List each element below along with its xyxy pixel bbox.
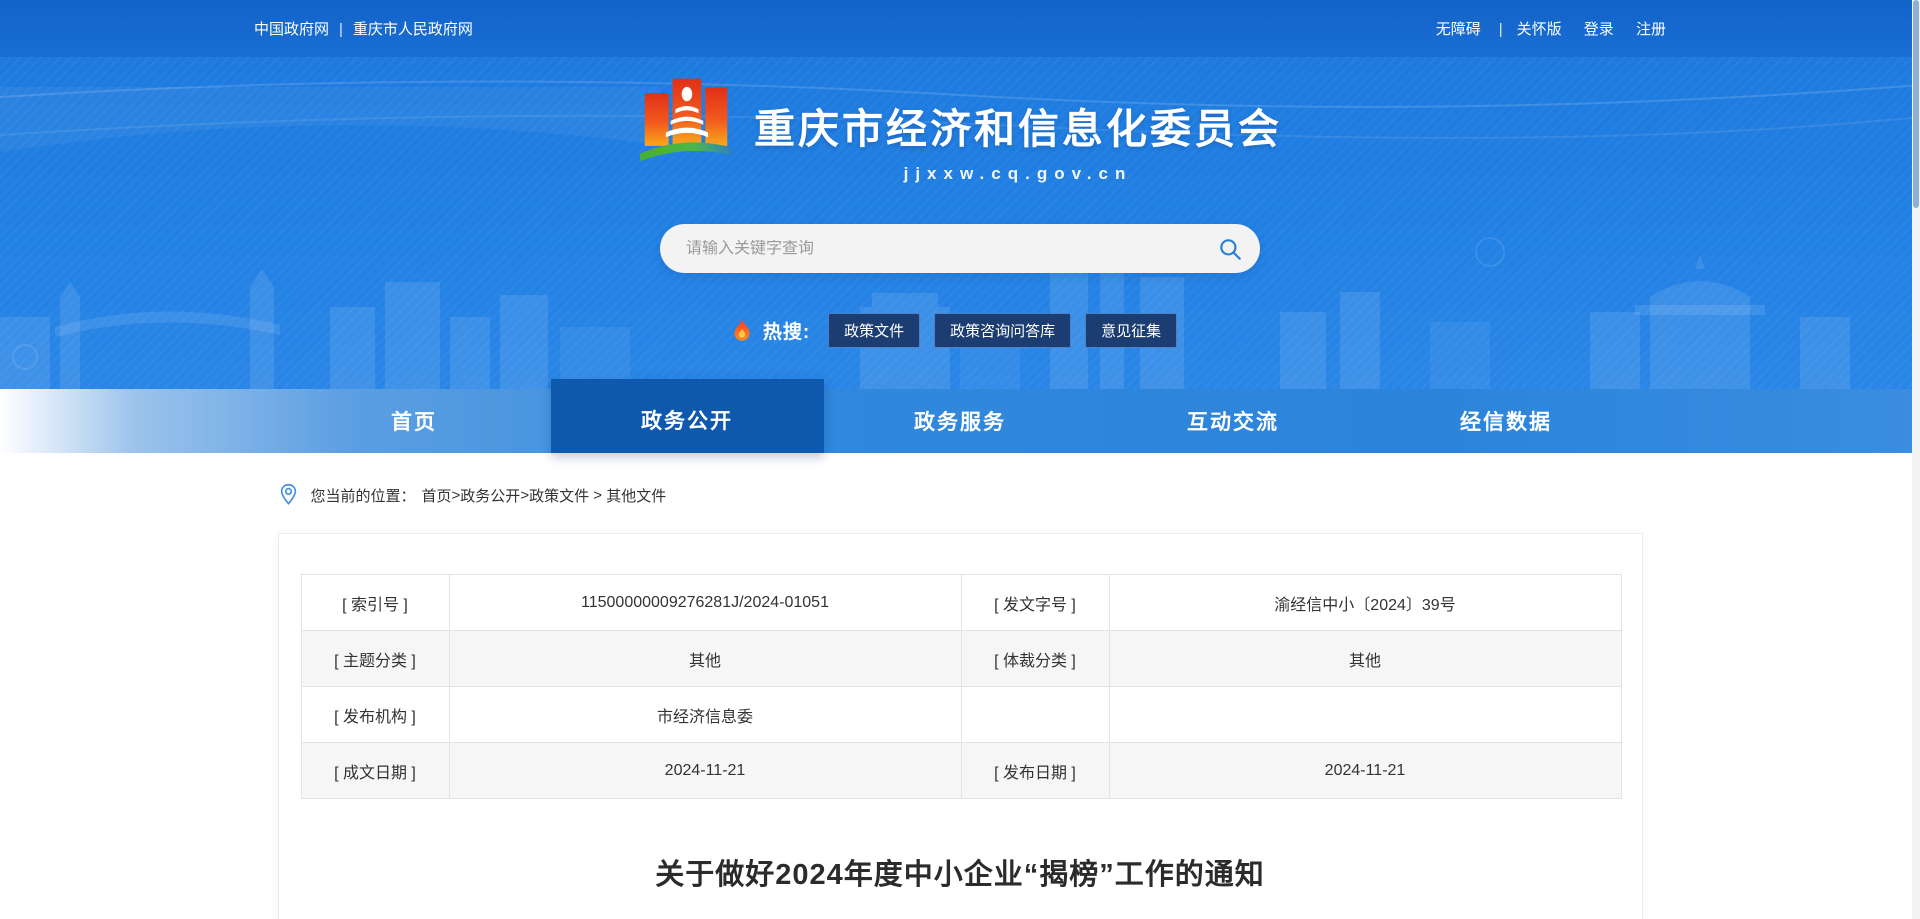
table-row: [ 成文日期 ] 2024-11-21 [ 发布日期 ] 2024-11-21: [301, 743, 1621, 799]
site-url: jjxxw.cq.gov.cn: [754, 164, 1282, 184]
location-pin-icon: [278, 483, 299, 507]
separator: |: [1499, 21, 1503, 38]
document-meta-table: [ 索引号 ] 11500000009276281J/2024-01051 [ …: [301, 574, 1622, 799]
meta-label-empty: [961, 687, 1109, 743]
document-card: [ 索引号 ] 11500000009276281J/2024-01051 [ …: [278, 533, 1643, 919]
link-care-version[interactable]: 关怀版: [1517, 21, 1562, 38]
breadcrumb-home[interactable]: 首页: [422, 485, 452, 506]
meta-value-empty: [1109, 687, 1621, 743]
nav-item-data[interactable]: 经信数据: [1370, 389, 1643, 453]
hot-search-row: 热搜: 政策文件 政策咨询问答库 意见征集: [729, 313, 1191, 348]
meta-label-genre-category: [ 体裁分类 ]: [961, 631, 1109, 687]
table-row: [ 索引号 ] 11500000009276281J/2024-01051 [ …: [301, 575, 1621, 631]
table-row: [ 发布机构 ] 市经济信息委: [301, 687, 1621, 743]
search-bar: [660, 224, 1260, 273]
hot-search-item-policy-qa[interactable]: 政策咨询问答库: [934, 313, 1071, 348]
topbar-gov-links: 中国政府网 | 重庆市人民政府网: [254, 18, 473, 39]
meta-label-issuing-agency: [ 发布机构 ]: [301, 687, 449, 743]
site-logo-icon: [638, 71, 734, 167]
meta-label-doc-no: [ 发文字号 ]: [961, 575, 1109, 631]
link-login[interactable]: 登录: [1584, 21, 1614, 38]
document-title: 关于做好2024年度中小企业“揭榜”工作的通知: [301, 851, 1620, 893]
breadcrumb-prefix: 您当前的位置：: [311, 485, 416, 506]
nav-item-interaction[interactable]: 互动交流: [1097, 389, 1370, 453]
link-accessibility[interactable]: 无障碍: [1436, 21, 1481, 38]
meta-label-index-no: [ 索引号 ]: [301, 575, 449, 631]
flame-icon: [729, 318, 755, 344]
link-china-gov[interactable]: 中国政府网: [254, 21, 329, 38]
breadcrumb-other-files[interactable]: 其他文件: [606, 485, 666, 506]
meta-value-genre-category: 其他: [1109, 631, 1621, 687]
site-title: 重庆市经济和信息化委员会: [754, 95, 1282, 155]
hot-search-item-opinion[interactable]: 意见征集: [1085, 313, 1177, 348]
meta-value-index-no: 11500000009276281J/2024-01051: [449, 575, 961, 631]
topbar-user-links: 无障碍 | 关怀版 登录 注册: [1418, 18, 1666, 39]
search-button[interactable]: [1208, 227, 1252, 271]
table-row: [ 主题分类 ] 其他 [ 体裁分类 ] 其他: [301, 631, 1621, 687]
meta-value-issuing-agency: 市经济信息委: [449, 687, 961, 743]
hot-search-label: 热搜:: [763, 317, 810, 344]
topbar: 中国政府网 | 重庆市人民政府网 无障碍 | 关怀版 登录 注册: [0, 0, 1920, 57]
meta-value-topic-category: 其他: [449, 631, 961, 687]
link-cq-gov[interactable]: 重庆市人民政府网: [353, 21, 473, 38]
main-nav: 首页 政务公开 政务服务 互动交流 经信数据: [0, 389, 1920, 453]
breadcrumb: 您当前的位置： 首页>政务公开>政策文件 > 其他文件: [278, 483, 1643, 507]
meta-value-written-date: 2024-11-21: [449, 743, 961, 799]
breadcrumb-separator: >: [520, 487, 529, 504]
meta-label-topic-category: [ 主题分类 ]: [301, 631, 449, 687]
search-icon: [1217, 236, 1243, 262]
main-content: 您当前的位置： 首页>政务公开>政策文件 > 其他文件 [ 索引号 ] 1150…: [278, 483, 1643, 919]
separator: |: [339, 21, 343, 38]
nav-item-home[interactable]: 首页: [278, 389, 551, 453]
nav-item-gov-disclosure[interactable]: 政务公开: [551, 379, 824, 453]
scrollbar-thumb[interactable]: [1913, 0, 1919, 208]
site-brand: 重庆市经济和信息化委员会 jjxxw.cq.gov.cn: [638, 71, 1282, 184]
nav-item-gov-services[interactable]: 政务服务: [824, 389, 1097, 453]
breadcrumb-policy-files[interactable]: 政策文件: [529, 485, 589, 506]
breadcrumb-separator: >: [452, 487, 461, 504]
meta-label-publish-date: [ 发布日期 ]: [961, 743, 1109, 799]
hot-search-item-policy-files[interactable]: 政策文件: [828, 313, 920, 348]
link-register[interactable]: 注册: [1636, 21, 1666, 38]
meta-label-written-date: [ 成文日期 ]: [301, 743, 449, 799]
breadcrumb-gov-disclosure[interactable]: 政务公开: [460, 485, 520, 506]
page-scrollbar[interactable]: [1912, 0, 1920, 919]
meta-value-doc-no: 渝经信中小〔2024〕39号: [1109, 575, 1621, 631]
meta-value-publish-date: 2024-11-21: [1109, 743, 1621, 799]
breadcrumb-separator: >: [589, 487, 606, 504]
search-input[interactable]: [686, 240, 1208, 258]
banner: 重庆市经济和信息化委员会 jjxxw.cq.gov.cn 热搜: 政策文件: [0, 57, 1920, 389]
